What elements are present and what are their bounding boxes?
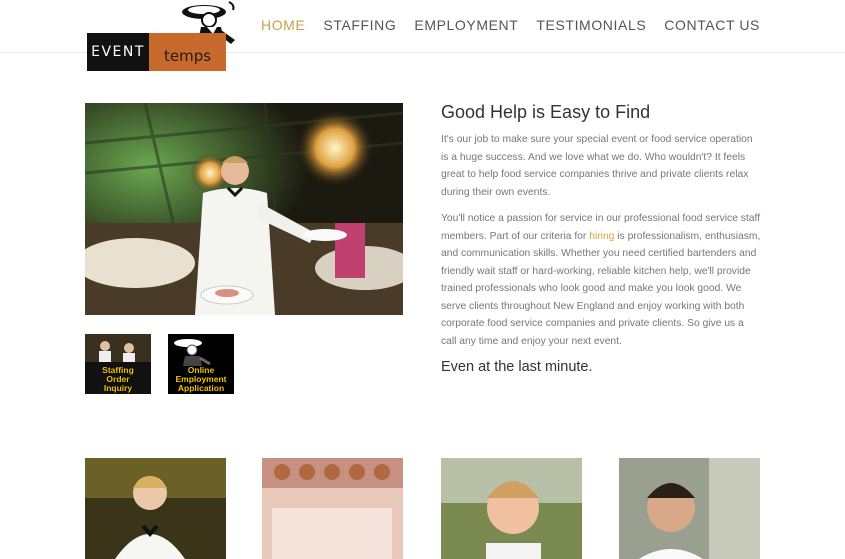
intro-paragraph-1: It's our job to make sure your special e… bbox=[441, 134, 753, 198]
main-nav: HOME STAFFING EMPLOYMENT TESTIMONIALS CO… bbox=[243, 17, 760, 33]
staff-photo-smiling-woman bbox=[441, 458, 582, 559]
page-heading: Good Help is Easy to Find bbox=[441, 102, 651, 122]
para2-text-after: is professionalism, enthusiasm, and comm… bbox=[441, 230, 761, 347]
logo-event-text: EVENT bbox=[87, 33, 149, 71]
hiring-link[interactable]: hiring bbox=[589, 231, 614, 242]
site-logo[interactable]: EVENT temps bbox=[87, 0, 247, 72]
tagline: Even at the last minute. bbox=[441, 359, 593, 375]
logo-temps-text: temps bbox=[149, 33, 226, 71]
nav-home[interactable]: HOME bbox=[261, 17, 305, 33]
staff-photo-kitchen bbox=[262, 458, 403, 559]
staffing-tile-line3: Inquiry bbox=[103, 383, 133, 393]
hero-waiter-photo bbox=[85, 103, 403, 315]
online-employment-application-button[interactable]: Online Employment Application bbox=[168, 334, 234, 394]
intro-content: Good Help is Easy to Find It's our job t… bbox=[441, 102, 761, 375]
staff-photo-smiling-man bbox=[619, 458, 760, 559]
staffing-order-inquiry-button[interactable]: Staffing Order Inquiry bbox=[85, 334, 151, 394]
site-header: EVENT temps HOME STAFFING EMPLOYMENT TES… bbox=[0, 0, 845, 71]
intro-paragraph-2: You'll notice a passion for service in o… bbox=[441, 210, 761, 350]
nav-employment[interactable]: EMPLOYMENT bbox=[414, 17, 518, 33]
nav-testimonials[interactable]: TESTIMONIALS bbox=[536, 17, 646, 33]
employment-tile-line3: Application bbox=[177, 383, 225, 393]
nav-staffing[interactable]: STAFFING bbox=[323, 17, 396, 33]
nav-contact-us[interactable]: CONTACT US bbox=[664, 17, 760, 33]
staff-photo-woman-tuxedo bbox=[85, 458, 226, 559]
